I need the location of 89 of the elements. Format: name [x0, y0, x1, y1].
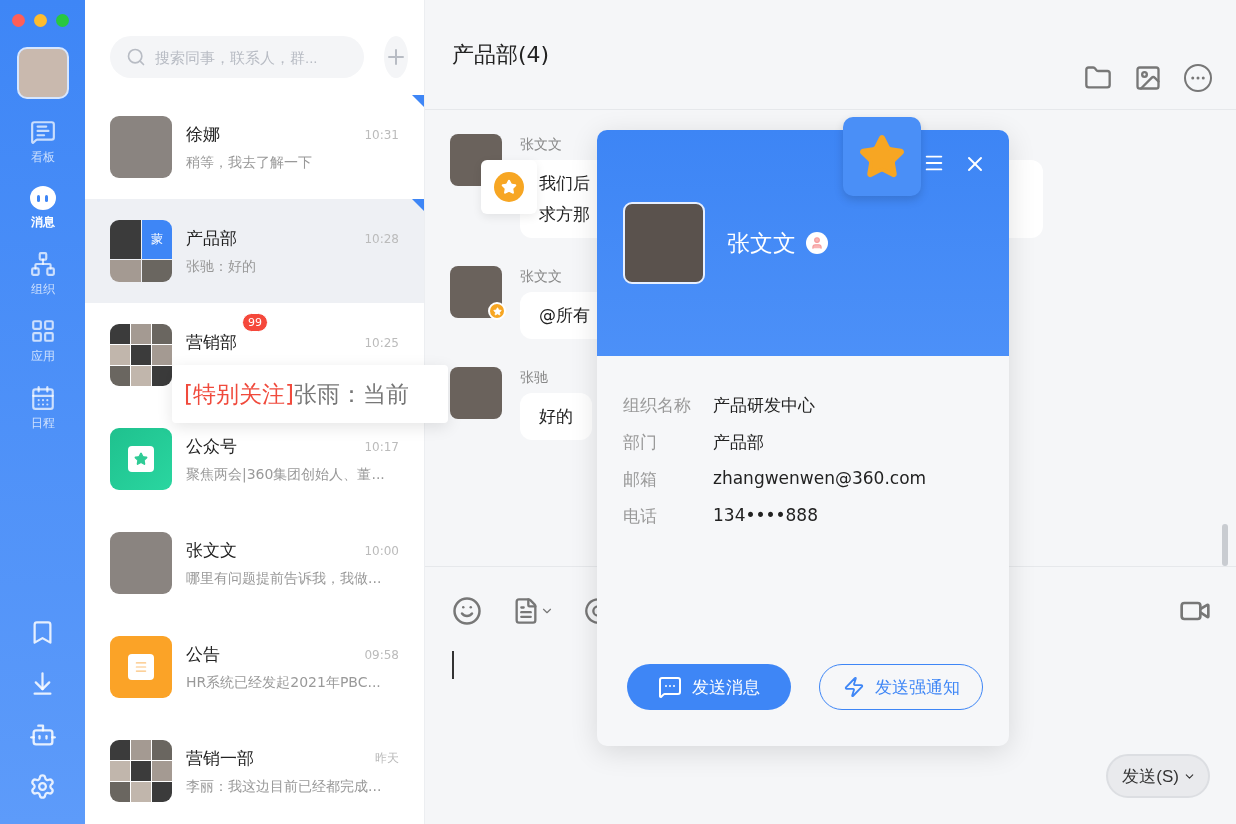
- member-photo-placeholder: [110, 761, 130, 781]
- conversation-name: 张文文: [186, 539, 237, 562]
- special-attention-tag: [特别关注]: [184, 378, 294, 410]
- lightning-icon: [842, 676, 865, 698]
- image-icon[interactable]: [1134, 64, 1162, 92]
- scrollbar-thumb[interactable]: [1222, 524, 1228, 566]
- emoji-icon[interactable]: [452, 596, 482, 626]
- member-photo-placeholder: [131, 740, 151, 760]
- conversation-time: 10:31: [364, 127, 399, 142]
- conversation-name: 徐娜: [186, 123, 220, 146]
- tooltip-text: 张雨：当前: [293, 379, 409, 409]
- person-icon: [806, 232, 828, 254]
- conversation-item[interactable]: 蒙 产品部 10:28 张驰：好的: [85, 199, 424, 303]
- member-photo-placeholder: [131, 324, 151, 344]
- message-text: 我们后: [539, 172, 591, 195]
- conversation-time: 昨天: [375, 750, 399, 767]
- conversation-name: 营销一部: [186, 747, 254, 770]
- board-icon: [29, 119, 56, 145]
- org-chart-icon: [29, 251, 56, 277]
- folder-icon[interactable]: [1084, 64, 1112, 92]
- add-button[interactable]: [384, 36, 408, 78]
- field-label: 组织名称: [623, 394, 692, 417]
- conversation-time: 10:00: [364, 543, 399, 558]
- message-preview: 张驰：好的: [186, 258, 257, 275]
- message-preview: 稍等，我去了解一下: [186, 154, 313, 171]
- sender-name: 张驰: [520, 369, 549, 387]
- conversation-time: 10:28: [364, 231, 399, 246]
- member-photo-placeholder: [131, 345, 151, 365]
- send-button[interactable]: 发送(S): [1106, 754, 1210, 798]
- send-message-button[interactable]: 发送消息: [627, 664, 791, 710]
- close-window-dot[interactable]: [12, 14, 25, 27]
- conversation-name: 产品部: [186, 227, 237, 250]
- sender-name: 张文文: [520, 136, 563, 154]
- settings-icon[interactable]: [29, 773, 56, 800]
- official-account-avatar: [110, 428, 172, 490]
- search-field[interactable]: 搜索同事，联系人，群...: [110, 36, 364, 78]
- unread-count: 99: [242, 313, 268, 332]
- announcement-avatar: [110, 636, 172, 698]
- message-text: @所有: [539, 304, 590, 327]
- message-preview: 聚焦两会|360集团创始人、董...: [186, 466, 386, 483]
- user-avatar-photo-placeholder[interactable]: [16, 47, 69, 99]
- field-value: 产品部: [713, 431, 765, 454]
- member-photo-placeholder: [131, 366, 151, 386]
- group-tag: 蒙: [141, 220, 172, 259]
- conversation-name: 营销部: [186, 331, 237, 354]
- field-value: 产品研发中心: [713, 394, 816, 417]
- member-photo-placeholder: [110, 782, 130, 802]
- chat-bubble-icon: [29, 186, 56, 210]
- member-photo-placeholder: [110, 324, 130, 344]
- member-photo-placeholder: [110, 345, 130, 365]
- member-photo-placeholder: [152, 740, 172, 760]
- message-preview: 李丽：我这边目前已经都完成...: [186, 778, 383, 795]
- search-icon: [126, 47, 146, 67]
- field-label: 电话: [623, 505, 658, 528]
- sender-name: 张文文: [520, 268, 563, 286]
- conversation-name: 公众号: [186, 435, 237, 458]
- chat-title: 产品部(4): [452, 41, 550, 69]
- field-label: 部门: [623, 431, 658, 454]
- member-photo-placeholder: [152, 761, 172, 781]
- calendar-icon: [29, 385, 56, 411]
- member-photo-placeholder: [152, 345, 172, 365]
- conversation-name: 公告: [186, 643, 220, 666]
- message-preview: 哪里有问题提前告诉我，我做...: [186, 570, 383, 587]
- chat-bubble-icon: [658, 675, 682, 699]
- field-value: zhangwenwen@360.com: [713, 468, 928, 490]
- member-photo-placeholder: [152, 324, 172, 344]
- member-photo-placeholder: [152, 366, 172, 386]
- member-photo-placeholder: [131, 761, 151, 781]
- avatar-photo-placeholder: [110, 116, 172, 178]
- text-cursor: [452, 651, 454, 679]
- maximize-window-dot[interactable]: [56, 14, 69, 27]
- apps-grid-icon: [29, 318, 56, 344]
- member-photo-placeholder: [110, 740, 130, 760]
- conversation-time: 09:58: [364, 647, 399, 662]
- member-photo-placeholder: [110, 366, 130, 386]
- field-label: 邮箱: [623, 468, 658, 491]
- member-photo-placeholder: [131, 782, 151, 802]
- favorite-tab[interactable]: [843, 117, 921, 196]
- profile-name: 张文文: [727, 228, 796, 258]
- conversation-time: 10:25: [364, 335, 399, 350]
- field-value: 134••••888: [713, 505, 819, 527]
- avatar-photo-placeholder: [110, 532, 172, 594]
- message-text: 好的: [539, 405, 573, 428]
- message-preview: HR系统已经发起2021年PBC...: [186, 674, 382, 691]
- conversation-time: 10:17: [364, 439, 399, 454]
- member-photo-placeholder: [152, 782, 172, 802]
- minimize-window-dot[interactable]: [34, 14, 47, 27]
- more-icon[interactable]: [1184, 64, 1212, 92]
- message-text: 求方那: [539, 203, 591, 226]
